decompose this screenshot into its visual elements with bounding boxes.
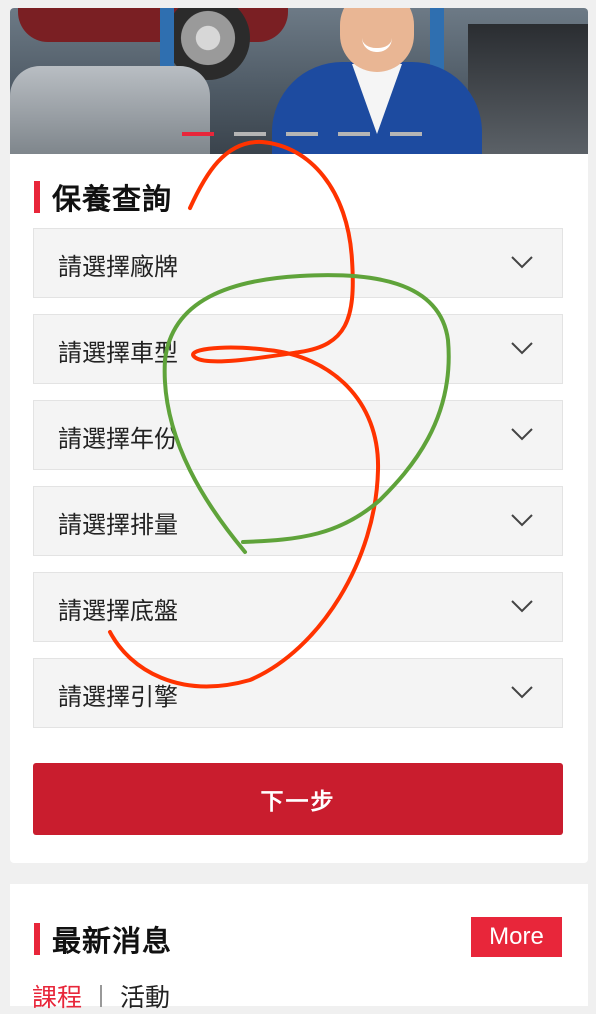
heading-accent-bar: [34, 923, 40, 955]
chevron-down-icon: [511, 256, 533, 269]
carousel-dot-4[interactable]: [338, 132, 370, 136]
news-heading: 最新消息: [34, 918, 172, 960]
tab-divider: [100, 985, 103, 1007]
carousel-dot-1[interactable]: [182, 132, 214, 136]
heading-accent-bar: [34, 181, 40, 213]
chevron-down-icon: [511, 514, 533, 527]
carousel-indicators: [182, 132, 422, 136]
tab-events[interactable]: 活動: [120, 978, 170, 1014]
banner-car-image: [468, 24, 588, 154]
chevron-down-icon: [511, 686, 533, 699]
banner-carousel[interactable]: [10, 8, 588, 154]
chevron-down-icon: [511, 342, 533, 355]
maintenance-card: 保養查詢 請選擇廠牌 請選擇車型 請選擇年份 請選擇排量 請選擇底盤 請選擇引擎…: [10, 8, 588, 863]
news-title: 最新消息: [52, 924, 173, 958]
news-tabs: 課程 活動: [32, 978, 170, 1014]
carousel-dot-2[interactable]: [234, 132, 266, 136]
tab-courses[interactable]: 課程: [32, 978, 82, 1014]
maintenance-title: 保養查詢: [52, 182, 173, 216]
displacement-select[interactable]: 請選擇排量: [33, 486, 563, 556]
vehicle-select-list: 請選擇廠牌 請選擇車型 請選擇年份 請選擇排量 請選擇底盤 請選擇引擎: [33, 228, 563, 744]
chevron-down-icon: [511, 428, 533, 441]
engine-select[interactable]: 請選擇引擎: [33, 658, 563, 728]
carousel-dot-5[interactable]: [390, 132, 422, 136]
carousel-dot-3[interactable]: [286, 132, 318, 136]
news-card: 最新消息 More 課程 活動: [10, 884, 588, 1012]
maintenance-heading: 保養查詢: [34, 176, 172, 218]
chevron-down-icon: [511, 600, 533, 613]
brand-select-label: 請選擇廠牌: [58, 253, 178, 281]
year-select-label: 請選擇年份: [58, 425, 178, 453]
chassis-select-label: 請選擇底盤: [58, 597, 178, 625]
banner-car-image: [10, 66, 210, 154]
next-step-button[interactable]: 下一步: [33, 763, 563, 835]
model-select-label: 請選擇車型: [58, 339, 178, 367]
year-select[interactable]: 請選擇年份: [33, 400, 563, 470]
more-button[interactable]: More: [471, 917, 562, 957]
brand-select[interactable]: 請選擇廠牌: [33, 228, 563, 298]
displacement-select-label: 請選擇排量: [58, 511, 178, 539]
model-select[interactable]: 請選擇車型: [33, 314, 563, 384]
chassis-select[interactable]: 請選擇底盤: [33, 572, 563, 642]
engine-select-label: 請選擇引擎: [58, 683, 178, 711]
